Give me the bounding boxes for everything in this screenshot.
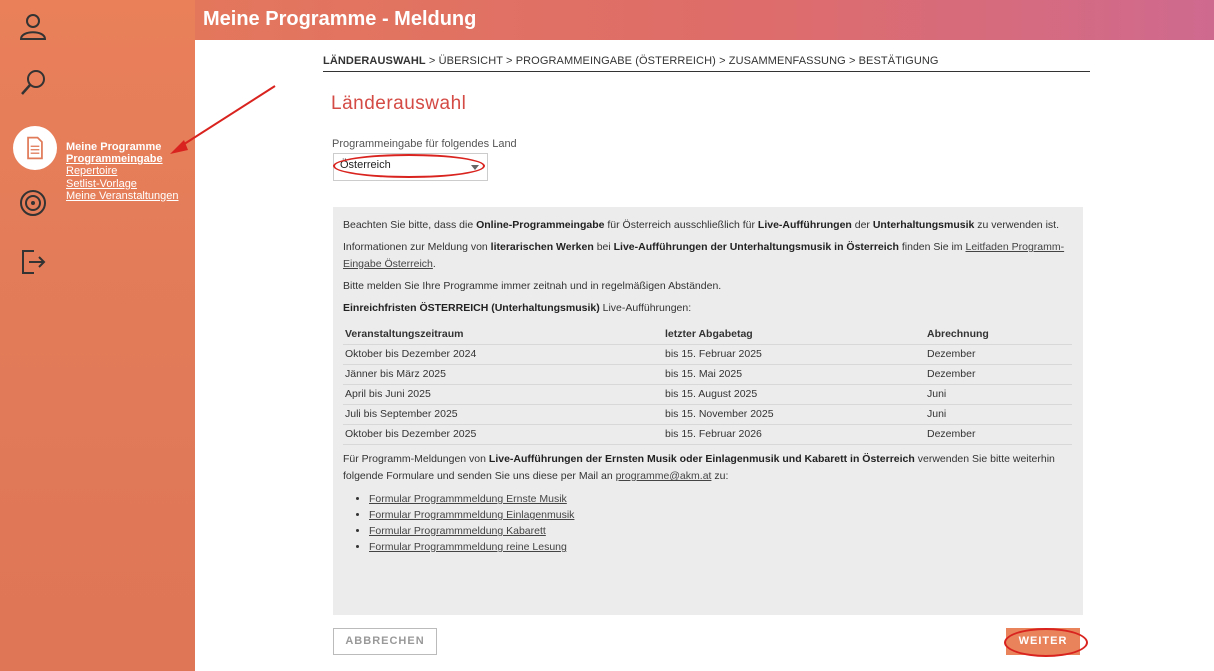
- info-text: .: [432, 258, 436, 270]
- info-bold: Online-Programmeingabe: [476, 219, 605, 231]
- sidebar: Meine Programme Programmeingabe Repertoi…: [0, 0, 195, 671]
- info-bold: Live-Aufführungen der Unterhaltungsmusik…: [613, 241, 899, 253]
- info-paragraph-1: Beachten Sie bitte, dass die Online-Prog…: [343, 217, 1073, 234]
- page-title: Länderauswahl: [331, 93, 467, 114]
- table-header-row: Veranstaltungszeitraum letzter Abgabetag…: [343, 325, 1072, 345]
- table-cell: Dezember: [925, 344, 1072, 365]
- country-select-value: Österreich: [340, 159, 391, 171]
- table-cell: Juli bis September 2025: [343, 404, 663, 425]
- breadcrumb: LÄNDERAUSWAHL > ÜBERSICHT > PROGRAMMEING…: [323, 55, 939, 67]
- table-cell: Oktober bis Dezember 2024: [343, 344, 663, 365]
- form-link-einlagenmusik[interactable]: Formular Programmmeldung Einlagenmusik: [369, 509, 574, 521]
- info-paragraph-5: Für Programm-Meldungen von Live-Aufführu…: [343, 451, 1073, 485]
- page-header-title: Meine Programme - Meldung: [203, 8, 477, 30]
- form-link-kabarett[interactable]: Formular Programmmeldung Kabarett: [369, 525, 546, 537]
- list-item: Formular Programmmeldung reine Lesung: [369, 539, 1073, 555]
- info-paragraph-2: Informationen zur Meldung von literarisc…: [343, 239, 1073, 273]
- submenu-title: Meine Programme: [66, 141, 162, 153]
- table-header: letzter Abgabetag: [663, 325, 925, 345]
- country-label: Programmeingabe für folgendes Land: [332, 138, 517, 150]
- cancel-button[interactable]: ABBRECHEN: [333, 628, 437, 655]
- info-bold: Einreichfristen ÖSTERREICH (Unterhaltung…: [343, 302, 600, 314]
- info-text: finden Sie im: [898, 241, 966, 253]
- breadcrumb-divider: [323, 71, 1090, 72]
- info-bold: Live-Aufführungen der Ernsten Musik oder…: [488, 453, 915, 465]
- email-link[interactable]: programme@akm.at: [616, 470, 712, 482]
- sidebar-item-meine-veranstaltungen[interactable]: Meine Veranstaltungen: [66, 190, 179, 202]
- document-icon[interactable]: [13, 126, 57, 170]
- table-cell: bis 15. Februar 2026: [663, 424, 925, 445]
- table-cell: bis 15. Mai 2025: [663, 364, 925, 385]
- list-item: Formular Programmmeldung Kabarett: [369, 523, 1073, 539]
- sidebar-submenu: Meine Programme Programmeingabe Repertoi…: [66, 141, 179, 202]
- disc-icon[interactable]: [18, 188, 48, 218]
- info-text: Beachten Sie bitte, dass die: [343, 219, 477, 231]
- info-text: zu verwenden ist.: [974, 219, 1059, 231]
- table-row: Oktober bis Dezember 2024 bis 15. Februa…: [343, 344, 1072, 365]
- info-text: für Österreich ausschließlich für: [604, 219, 758, 231]
- table-row: Jänner bis März 2025 bis 15. Mai 2025 De…: [343, 364, 1072, 385]
- table-cell: April bis Juni 2025: [343, 384, 663, 405]
- breadcrumb-separator: >: [848, 55, 856, 67]
- table-header: Abrechnung: [925, 325, 1072, 345]
- info-paragraph-4: Einreichfristen ÖSTERREICH (Unterhaltung…: [343, 300, 1073, 317]
- table-cell: bis 15. Februar 2025: [663, 344, 925, 365]
- info-bold: Live-Aufführungen: [757, 219, 852, 231]
- logout-icon[interactable]: [18, 247, 48, 277]
- user-icon[interactable]: [18, 12, 48, 42]
- table-row: Oktober bis Dezember 2025 bis 15. Februa…: [343, 424, 1072, 445]
- table-row: Juli bis September 2025 bis 15. November…: [343, 404, 1072, 425]
- sidebar-item-repertoire[interactable]: Repertoire: [66, 165, 179, 177]
- info-text: Live-Aufführungen:: [599, 302, 692, 314]
- breadcrumb-step-zusammenfassung: ZUSAMMENFASSUNG: [728, 55, 846, 67]
- info-paragraph-3: Bitte melden Sie Ihre Programme immer ze…: [343, 280, 722, 292]
- breadcrumb-step-bestaetigung: BESTÄTIGUNG: [858, 55, 939, 67]
- list-item: Formular Programmmeldung Einlagenmusik: [369, 507, 1073, 523]
- forms-list: Formular Programmmeldung Ernste Musik Fo…: [369, 491, 1073, 555]
- info-text: der: [851, 219, 873, 231]
- info-text: bei: [593, 241, 614, 253]
- table-header: Veranstaltungszeitraum: [343, 325, 663, 345]
- breadcrumb-step-programmeingabe: PROGRAMMEINGABE (ÖSTERREICH): [515, 55, 716, 67]
- table-cell: Oktober bis Dezember 2025: [343, 424, 663, 445]
- table-cell: bis 15. August 2025: [663, 384, 925, 405]
- table-cell: Juni: [925, 384, 1072, 405]
- breadcrumb-separator: >: [719, 55, 726, 67]
- country-select[interactable]: Österreich: [333, 153, 488, 181]
- list-item: Formular Programmmeldung Ernste Musik: [369, 491, 1073, 507]
- table-cell: Juni: [925, 404, 1072, 425]
- info-text: zu:: [711, 470, 729, 482]
- info-bold: Unterhaltungsmusik: [872, 219, 975, 231]
- table-row: April bis Juni 2025 bis 15. August 2025 …: [343, 384, 1072, 405]
- chevron-down-icon: [471, 165, 479, 170]
- table-cell: bis 15. November 2025: [663, 404, 925, 425]
- breadcrumb-separator: >: [428, 55, 436, 67]
- form-link-ernste-musik[interactable]: Formular Programmmeldung Ernste Musik: [369, 493, 567, 505]
- table-cell: Jänner bis März 2025: [343, 364, 663, 385]
- next-button[interactable]: WEITER: [1006, 628, 1080, 655]
- search-icon[interactable]: [18, 68, 48, 98]
- sidebar-item-setlist-vorlage[interactable]: Setlist-Vorlage: [66, 178, 179, 190]
- info-text: Informationen zur Meldung von: [343, 241, 491, 253]
- info-panel: Beachten Sie bitte, dass die Online-Prog…: [333, 207, 1083, 615]
- deadlines-table: Veranstaltungszeitraum letzter Abgabetag…: [343, 325, 1072, 445]
- breadcrumb-step-laenderauswahl: LÄNDERAUSWAHL: [323, 55, 426, 67]
- info-bold: literarischen Werken: [490, 241, 594, 253]
- table-cell: Dezember: [925, 364, 1072, 385]
- header-bar: Meine Programme - Meldung: [195, 0, 1214, 40]
- form-link-reine-lesung[interactable]: Formular Programmmeldung reine Lesung: [369, 541, 567, 553]
- info-text: Für Programm-Meldungen von: [343, 453, 489, 465]
- breadcrumb-separator: >: [506, 55, 513, 67]
- sidebar-item-programmeingabe[interactable]: Programmeingabe: [66, 153, 179, 165]
- table-cell: Dezember: [925, 424, 1072, 445]
- breadcrumb-step-uebersicht: ÜBERSICHT: [438, 55, 503, 67]
